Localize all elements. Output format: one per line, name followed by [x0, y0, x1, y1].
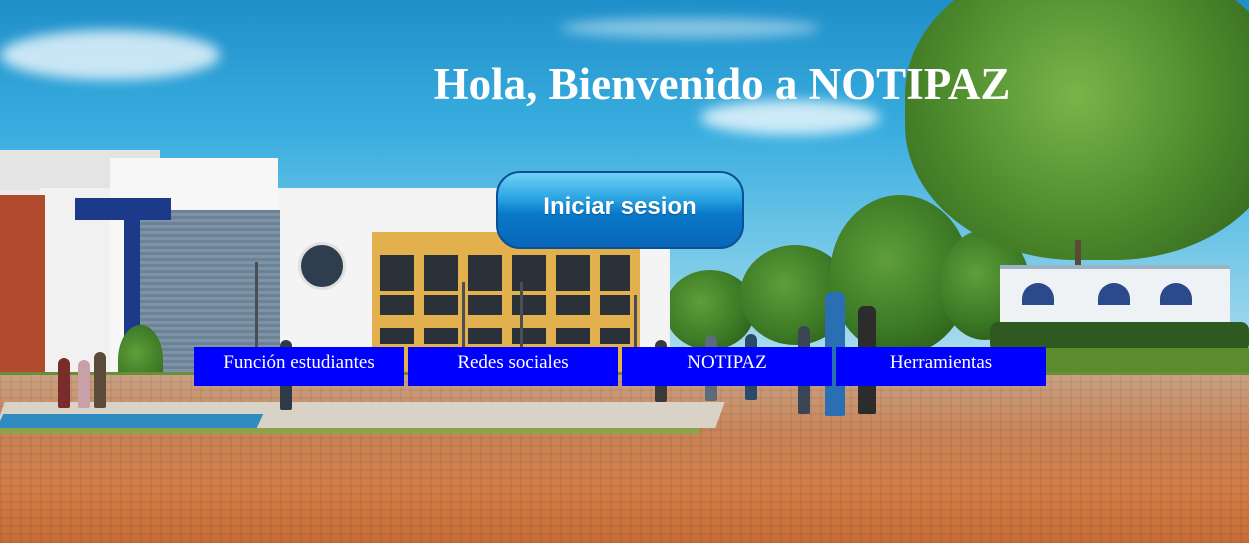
round-window	[298, 242, 346, 290]
person	[58, 358, 70, 408]
building-frame	[75, 198, 171, 220]
person	[94, 352, 106, 408]
window-row	[380, 295, 630, 315]
main-nav: Función estudiantes Redes sociales NOTIP…	[194, 347, 1046, 386]
brick-pavement	[0, 375, 1249, 543]
walkway-strip	[0, 414, 264, 428]
nav-item-notipaz[interactable]: NOTIPAZ	[622, 347, 832, 386]
grass-strip	[0, 428, 700, 434]
login-button[interactable]: Iniciar sesion	[496, 171, 744, 249]
window-row	[380, 255, 630, 291]
person	[78, 360, 90, 408]
tree	[905, 0, 1249, 260]
nav-item-tools[interactable]: Herramientas	[836, 347, 1046, 386]
window-row	[380, 328, 630, 344]
nav-item-social-networks[interactable]: Redes sociales	[408, 347, 618, 386]
nav-item-student-functions[interactable]: Función estudiantes	[194, 347, 404, 386]
cloud	[560, 18, 820, 38]
page-title: Hola, Bienvenido a NOTIPAZ	[433, 59, 1011, 109]
building-brick	[0, 195, 45, 378]
